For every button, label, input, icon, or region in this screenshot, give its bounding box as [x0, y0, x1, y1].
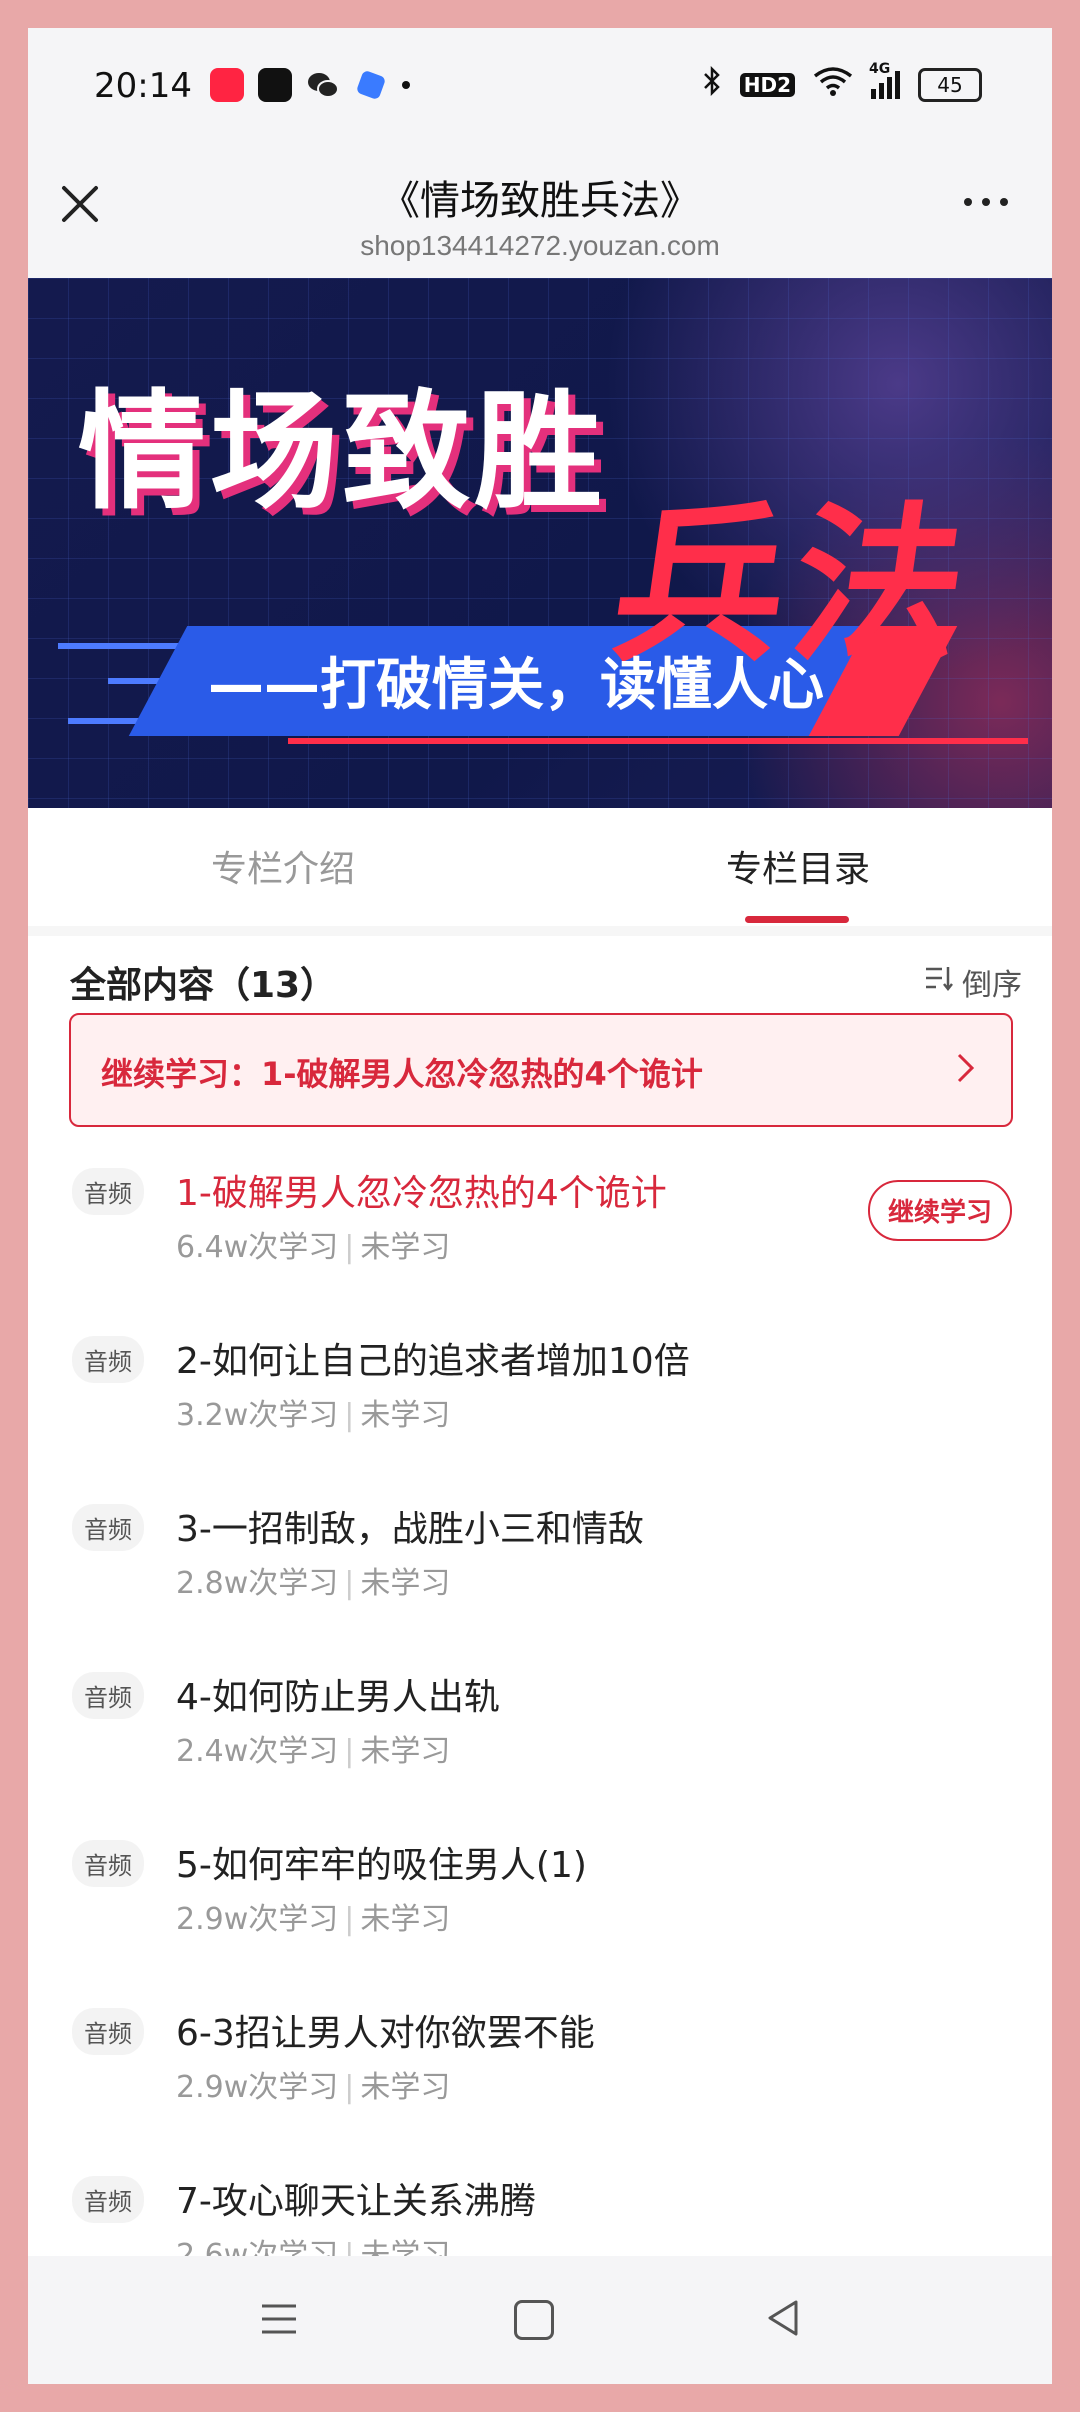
- lesson-item[interactable]: 音频 1-破解男人忽冷忽热的4个诡计 6.4w次学习 | 未学习 继续学习: [28, 1158, 1052, 1326]
- audio-tag: 音频: [72, 1504, 144, 1551]
- page-url: shop134414272.youzan.com: [360, 230, 720, 261]
- lesson-meta: 2.4w次学习 | 未学习: [176, 1734, 451, 1769]
- lesson-meta: 3.2w次学习 | 未学习: [176, 1398, 451, 1433]
- lesson-views: 2.9w次学习: [176, 1902, 339, 1937]
- lesson-status: 未学习: [360, 1398, 451, 1433]
- title-bar: 《情场致胜兵法》 shop134414272.youzan.com: [28, 148, 1052, 278]
- recent-apps-icon[interactable]: [260, 2302, 298, 2336]
- banner-main-text: 情场致胜: [78, 378, 607, 527]
- bluetooth-icon: [702, 65, 722, 103]
- home-icon[interactable]: [514, 2300, 554, 2340]
- continue-learning-text: 继续学习：1-破解男人忽冷忽热的4个诡计: [101, 1055, 703, 1093]
- audio-tag: 音频: [72, 1336, 144, 1383]
- lesson-status: 未学习: [360, 2070, 451, 2105]
- tiktok-icon: [258, 68, 292, 102]
- phone-screen: 20:14 HD2 4G 45 《情场致胜兵法》 shop134414272.y…: [28, 28, 1052, 2384]
- banner-decoration: [288, 738, 1028, 744]
- banner-tagline: ——打破情关，读懂人心: [208, 653, 824, 718]
- lesson-title: 5-如何牢牢的吸住男人(1): [176, 1845, 587, 1886]
- audio-tag: 音频: [72, 1672, 144, 1719]
- notification-icons: [210, 68, 410, 102]
- audio-tag: 音频: [72, 1840, 144, 1887]
- page-title: 《情场致胜兵法》: [380, 178, 700, 224]
- active-tab-indicator: [745, 916, 849, 923]
- lesson-title: 2-如何让自己的追求者增加10倍: [176, 1341, 690, 1382]
- hd-icon: HD2: [739, 72, 795, 97]
- audio-tag: 音频: [72, 1168, 144, 1215]
- audio-tag: 音频: [72, 2008, 144, 2055]
- system-nav-bar: [28, 2256, 1052, 2384]
- tab-catalog[interactable]: 专栏目录: [726, 840, 870, 892]
- lesson-meta: 6.4w次学习 | 未学习: [176, 1230, 451, 1265]
- lesson-status: 未学习: [360, 1734, 451, 1769]
- lesson-item[interactable]: 音频 2-如何让自己的追求者增加10倍 3.2w次学习 | 未学习: [28, 1326, 1052, 1494]
- back-icon[interactable]: [764, 2298, 804, 2338]
- lesson-status: 未学习: [360, 1902, 451, 1937]
- lesson-status: 未学习: [360, 1566, 451, 1601]
- sort-label: 倒序: [962, 968, 1022, 1003]
- status-bar: 20:14 HD2 4G 45: [28, 28, 1052, 148]
- lesson-item[interactable]: 音频 4-如何防止男人出轨 2.4w次学习 | 未学习: [28, 1662, 1052, 1830]
- app-icon: [355, 69, 387, 101]
- more-options-icon[interactable]: [964, 198, 1008, 206]
- tab-bar: 专栏介绍 专栏目录: [28, 808, 1052, 936]
- all-content-title: 全部内容（13）: [70, 965, 337, 1006]
- signal-icon: 4G: [869, 61, 900, 99]
- lesson-views: 2.9w次学习: [176, 2070, 339, 2105]
- lesson-item[interactable]: 音频 5-如何牢牢的吸住男人(1) 2.9w次学习 | 未学习: [28, 1830, 1052, 1998]
- continue-learning-banner[interactable]: 继续学习：1-破解男人忽冷忽热的4个诡计: [69, 1013, 1013, 1127]
- lesson-views: 2.8w次学习: [176, 1566, 339, 1601]
- sort-button[interactable]: 倒序: [924, 960, 1022, 1004]
- lesson-title: 1-破解男人忽冷忽热的4个诡计: [176, 1173, 667, 1214]
- tab-intro[interactable]: 专栏介绍: [211, 840, 355, 892]
- battery-indicator: 45: [918, 67, 982, 102]
- lesson-item[interactable]: 音频 3-一招制敌，战胜小三和情敌 2.8w次学习 | 未学习: [28, 1494, 1052, 1662]
- audio-tag: 音频: [72, 2176, 144, 2223]
- status-time: 20:14: [94, 66, 192, 106]
- more-notifications-icon: [402, 81, 410, 89]
- lesson-title: 4-如何防止男人出轨: [176, 1677, 500, 1718]
- lesson-title: 3-一招制敌，战胜小三和情敌: [176, 1509, 644, 1550]
- lesson-item[interactable]: 音频 6-3招让男人对你欲罢不能 2.9w次学习 | 未学习: [28, 1998, 1052, 2166]
- lesson-meta: 2.9w次学习 | 未学习: [176, 2070, 451, 2105]
- lesson-meta: 2.8w次学习 | 未学习: [176, 1566, 451, 1601]
- chevron-right-icon: [957, 1051, 975, 1085]
- continue-learning-button[interactable]: 继续学习: [867, 1180, 1012, 1241]
- lesson-title: 6-3招让男人对你欲罢不能: [176, 2013, 595, 2054]
- wifi-icon: [813, 66, 853, 103]
- status-right: HD2 4G 45: [702, 61, 982, 103]
- wechat-icon: [306, 68, 340, 102]
- lesson-views: 6.4w次学习: [176, 1230, 339, 1265]
- lesson-views: 3.2w次学习: [176, 1398, 339, 1433]
- lesson-views: 2.4w次学习: [176, 1734, 339, 1769]
- sort-icon: [924, 964, 954, 1000]
- lesson-title: 7-攻心聊天让关系沸腾: [176, 2181, 536, 2222]
- xiaohongshu-icon: [210, 68, 244, 102]
- lesson-status: 未学习: [360, 1230, 451, 1265]
- lesson-meta: 2.9w次学习 | 未学习: [176, 1902, 451, 1937]
- course-banner: 情场致胜 兵法 ——打破情关，读懂人心: [28, 278, 1052, 808]
